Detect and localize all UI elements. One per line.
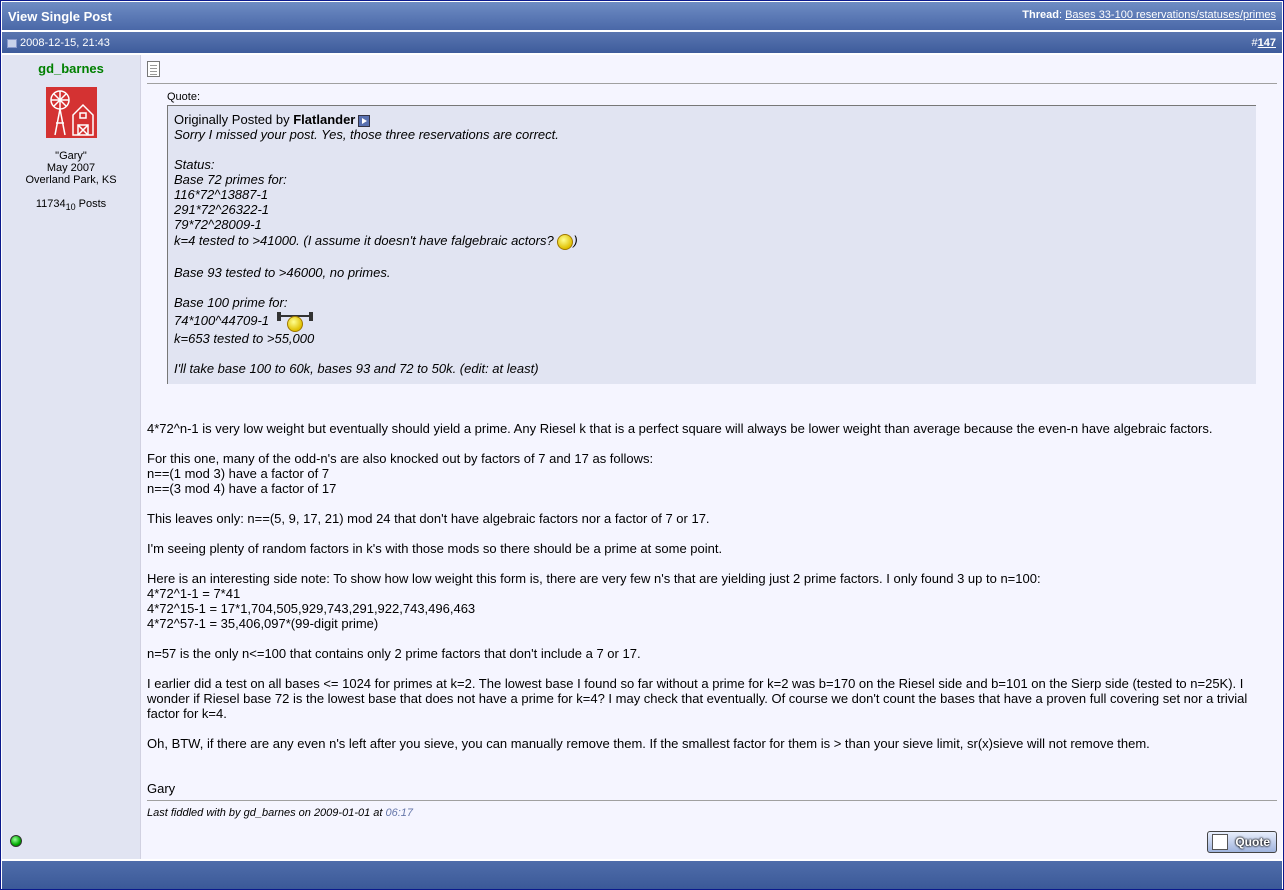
- quote-line-text: k=4 tested to >41000. (I assume it doesn…: [174, 233, 558, 248]
- quote-button[interactable]: Quote: [1207, 831, 1277, 853]
- smile-icon: [557, 233, 574, 250]
- body-line: n=57 is the only n<=100 that contains on…: [147, 646, 641, 661]
- edit-note-text: Last fiddled with by gd_barnes on 2009-0…: [147, 807, 386, 819]
- post-number: #147: [1252, 37, 1276, 49]
- body-line: Here is an interesting side note: To sho…: [147, 571, 1041, 586]
- quote-line: k=653 tested to >55,000: [174, 331, 315, 346]
- quote-line: I'll take base 100 to 60k, bases 93 and …: [174, 361, 539, 376]
- quote-line: 116*72^13887-1: [174, 187, 269, 202]
- quote-line-with-smiley: k=4 tested to >41000. (I assume it doesn…: [174, 232, 1250, 250]
- quote-blank-line: [174, 280, 1250, 295]
- quote-blank-line: [174, 250, 1250, 265]
- user-join-date: May 2007: [46, 162, 96, 174]
- quote-close-paren: ): [573, 233, 578, 248]
- body-blank-line: [147, 526, 1277, 541]
- body-paragraph: I earlier did a test on all bases <= 102…: [147, 676, 1248, 721]
- post-content: Quote: Originally Posted by Flatlander S…: [141, 55, 1282, 859]
- user-info-pane: gd_barnes "Gary" May 2007 Overland Park,…: [2, 55, 141, 859]
- pencil-icon: [1212, 834, 1228, 850]
- quote-attribution: Originally Posted by Flatlander: [174, 112, 1250, 127]
- edit-note: Last fiddled with by gd_barnes on 2009-0…: [147, 807, 413, 819]
- originally-posted-by-text: Originally Posted by: [174, 112, 294, 127]
- quote-line: Status:: [174, 157, 215, 172]
- quote-line: 291*72^26322-1: [174, 202, 270, 217]
- user-real-name: "Gary": [55, 150, 87, 162]
- body-line: 4*72^n-1 is very low weight but eventual…: [147, 421, 1213, 436]
- body-blank-line: [147, 436, 1277, 451]
- post-number-link[interactable]: 147: [1258, 37, 1276, 49]
- page-title: View Single Post: [8, 9, 112, 24]
- body-blank-line: [147, 721, 1277, 736]
- avatar[interactable]: [46, 87, 97, 138]
- signature: Gary: [147, 781, 176, 796]
- username-link[interactable]: gd_barnes: [2, 61, 140, 76]
- quote-line-with-smiley: 74*100^44709-1: [174, 310, 1250, 332]
- page-footer: [2, 861, 1282, 889]
- user-details: "Gary" May 2007 Overland Park, KS: [2, 150, 140, 186]
- document-icon: [147, 61, 160, 77]
- body-blank-line: [147, 496, 1277, 511]
- quote-line: 79*72^28009-1: [174, 217, 262, 232]
- thread-label: Thread: [1022, 9, 1059, 21]
- page-frame: View Single Post Thread: Bases 33-100 re…: [0, 0, 1284, 890]
- user-location: Overland Park, KS: [25, 174, 117, 186]
- post-header: 2008-12-15, 21:43 #147: [2, 32, 1282, 53]
- online-status-icon: [10, 835, 22, 847]
- body-line: n==(3 mod 4) have a factor of 17: [147, 481, 337, 496]
- windmill-barn-icon: [46, 87, 97, 138]
- body-line: Oh, BTW, if there are any even n's left …: [147, 736, 1150, 751]
- thread-link[interactable]: Bases 33-100 reservations/statuses/prime…: [1065, 9, 1276, 21]
- body-line: 4*72^15-1 = 17*1,704,505,929,743,291,922…: [147, 601, 476, 616]
- post-count-label: Posts: [75, 198, 107, 210]
- quote-author: Flatlander: [293, 112, 356, 127]
- post-body: 4*72^n-1 is very low weight but eventual…: [147, 421, 1277, 751]
- quote-line: Base 100 prime for:: [174, 295, 288, 310]
- body-line: For this one, many of the odd-n's are al…: [147, 451, 654, 466]
- view-post-arrow-icon[interactable]: [358, 114, 371, 127]
- quote-block: Originally Posted by Flatlander Sorry I …: [167, 105, 1256, 384]
- page-header: View Single Post Thread: Bases 33-100 re…: [2, 2, 1282, 30]
- body-blank-line: [147, 556, 1277, 571]
- user-post-count: 1173410 Posts: [2, 198, 140, 212]
- quote-blank-line: [174, 142, 1250, 157]
- quote-label: Quote:: [167, 91, 201, 103]
- quote-blank-line: [174, 346, 1250, 361]
- quote-line: Base 72 primes for:: [174, 172, 287, 187]
- body-line: 4*72^1-1 = 7*41: [147, 586, 241, 601]
- divider: [147, 83, 1277, 84]
- quote-line-text: 74*100^44709-1: [174, 313, 273, 328]
- edit-note-time: 06:17: [385, 807, 414, 819]
- divider: [147, 800, 1277, 801]
- body-blank-line: [147, 661, 1277, 676]
- body-line: 4*72^57-1 = 35,406,097*(99-digit prime): [147, 616, 379, 631]
- thread-info: Thread: Bases 33-100 reservations/status…: [1022, 9, 1276, 21]
- old-post-icon: [7, 39, 17, 48]
- quote-button-label: Quote: [1235, 835, 1270, 849]
- body-line: This leaves only: n==(5, 9, 17, 21) mod …: [147, 511, 710, 526]
- weightlifting-smiley-icon: [276, 311, 313, 332]
- body-line: n==(1 mod 3) have a factor of 7: [147, 466, 330, 481]
- body-blank-line: [147, 631, 1277, 646]
- quote-line: Base 93 tested to >46000, no primes.: [174, 265, 391, 280]
- body-line: I'm seeing plenty of random factors in k…: [147, 541, 723, 556]
- post-count-subscript: 10: [65, 202, 76, 213]
- quote-line: Sorry I missed your post. Yes, those thr…: [174, 127, 559, 142]
- post-count-value: 11734: [35, 198, 66, 210]
- post-date: 2008-12-15, 21:43: [20, 37, 110, 49]
